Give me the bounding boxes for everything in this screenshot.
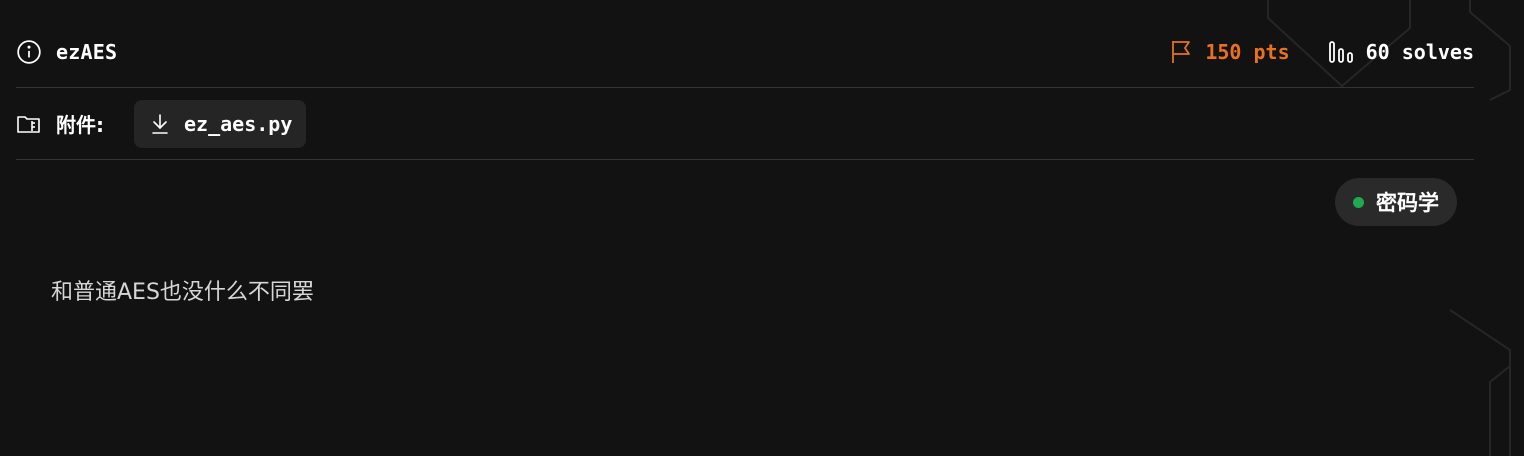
attachments-row: 附件: ez_aes.py [16, 88, 1474, 160]
challenge-stats: 150 pts 60 solves [1169, 39, 1474, 65]
download-icon [150, 113, 170, 135]
points-stat: 150 pts [1169, 39, 1290, 65]
file-name: ez_aes.py [184, 111, 293, 136]
category-label: 密码学 [1376, 191, 1439, 215]
challenge-title: ezAES [56, 39, 118, 64]
solves-stat: 60 solves [1328, 40, 1474, 64]
title-group: ezAES [16, 39, 117, 65]
flag-icon [1169, 39, 1193, 65]
download-file-button[interactable]: ez_aes.py [134, 99, 307, 148]
attachments-label: 附件: [56, 113, 104, 137]
challenge-page: ezAES 150 pts 60 solves 附件: ez_aes.py 密码… [0, 0, 1524, 456]
bar-chart-icon [1328, 40, 1354, 64]
folder-icon [16, 113, 42, 135]
attachments-label-group: 附件: [16, 109, 104, 138]
solves-value: 60 solves [1365, 39, 1474, 64]
points-value: 150 pts [1205, 39, 1290, 64]
challenge-description: 和普通AES也没什么不同罢 [51, 280, 314, 305]
challenge-header: ezAES 150 pts 60 solves [16, 16, 1474, 88]
category-tag[interactable]: 密码学 [1335, 178, 1457, 226]
category-status-dot [1353, 196, 1364, 208]
info-icon [16, 39, 42, 65]
